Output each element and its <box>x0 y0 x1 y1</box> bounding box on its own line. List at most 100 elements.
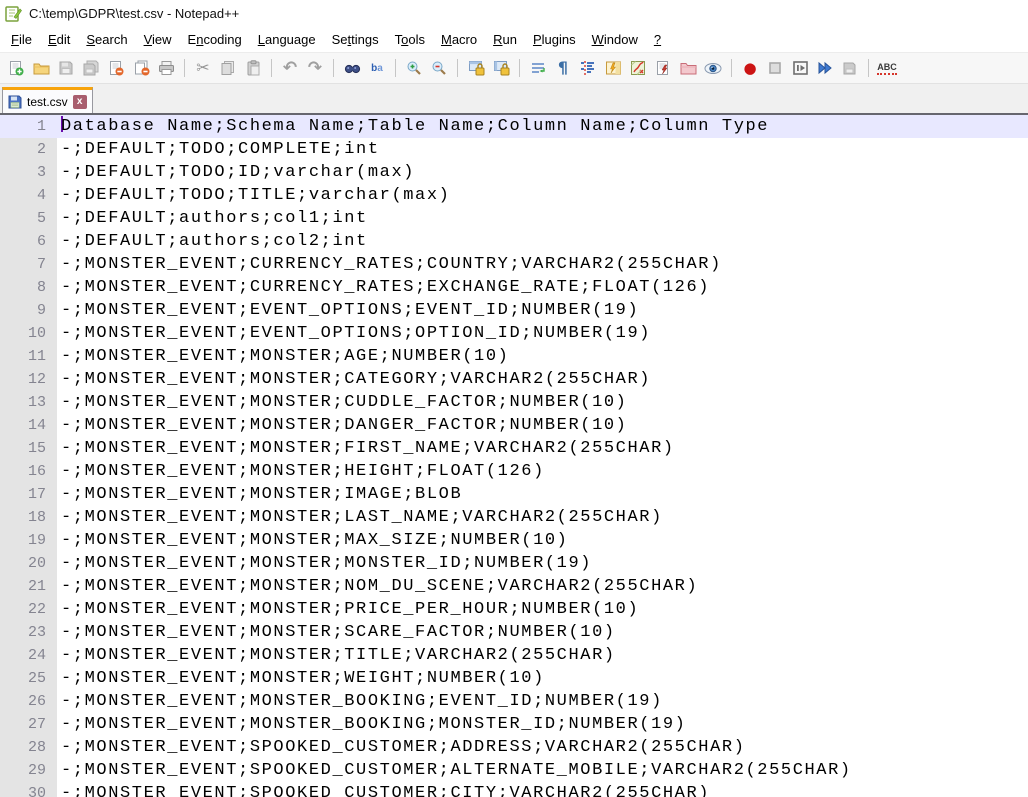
code-line[interactable]: -;MONSTER_EVENT;MONSTER;DANGER_FACTOR;NU… <box>57 414 1028 437</box>
code-line[interactable]: -;MONSTER_EVENT;MONSTER;SCARE_FACTOR;NUM… <box>57 621 1028 644</box>
macro-stop-button[interactable] <box>763 56 787 80</box>
find-button[interactable] <box>340 56 364 80</box>
menu-item-tools[interactable]: Tools <box>387 28 433 51</box>
new-file-button[interactable] <box>4 56 28 80</box>
code-line[interactable]: Database Name;Schema Name;Table Name;Col… <box>57 115 1028 138</box>
function-list-icon <box>655 60 671 76</box>
save-all-button[interactable] <box>79 56 103 80</box>
sync-horizontal-scroll-icon <box>493 60 510 76</box>
toolbar-separator <box>868 59 869 77</box>
monitoring-eye-button[interactable] <box>701 56 725 80</box>
redo-button[interactable]: ↷ <box>303 56 327 80</box>
replace-button[interactable]: ba <box>365 56 389 80</box>
monitoring-eye-icon <box>704 61 722 76</box>
code-line[interactable]: -;MONSTER_EVENT;MONSTER;AGE;NUMBER(10) <box>57 345 1028 368</box>
menu-item-file[interactable]: File <box>3 28 40 51</box>
copy-button[interactable] <box>216 56 240 80</box>
code-line[interactable]: -;MONSTER_EVENT;EVENT_OPTIONS;OPTION_ID;… <box>57 322 1028 345</box>
menu-item-encoding[interactable]: Encoding <box>180 28 250 51</box>
save-button[interactable] <box>54 56 78 80</box>
menu-item-edit[interactable]: Edit <box>40 28 78 51</box>
tab-test-csv[interactable]: test.csv x <box>2 87 93 113</box>
close-all-button[interactable] <box>129 56 153 80</box>
line-number: 22 <box>0 598 57 621</box>
word-wrap-button[interactable] <box>526 56 550 80</box>
cut-button[interactable]: ✂ <box>191 56 215 80</box>
line-number: 28 <box>0 736 57 759</box>
macro-save-icon <box>842 60 858 76</box>
code-line[interactable]: -;DEFAULT;TODO;COMPLETE;int <box>57 138 1028 161</box>
code-line[interactable]: -;MONSTER_EVENT;MONSTER;CATEGORY;VARCHAR… <box>57 368 1028 391</box>
menu-item-view[interactable]: View <box>136 28 180 51</box>
tab-close-icon[interactable]: x <box>73 95 87 109</box>
code-area[interactable]: Database Name;Schema Name;Table Name;Col… <box>57 115 1028 797</box>
code-line[interactable]: -;MONSTER_EVENT;MONSTER_BOOKING;MONSTER_… <box>57 713 1028 736</box>
code-line[interactable]: -;MONSTER_EVENT;CURRENCY_RATES;COUNTRY;V… <box>57 253 1028 276</box>
save-icon <box>58 60 74 76</box>
code-line[interactable]: -;MONSTER_EVENT;MONSTER;LAST_NAME;VARCHA… <box>57 506 1028 529</box>
menu-item-macro[interactable]: Macro <box>433 28 485 51</box>
indent-guide-icon <box>580 60 596 76</box>
open-folder-button[interactable] <box>29 56 53 80</box>
saved-file-icon <box>8 95 22 109</box>
document-map-button[interactable] <box>601 56 625 80</box>
sync-horizontal-scroll-button[interactable] <box>489 56 513 80</box>
folder-as-workspace-button[interactable] <box>676 56 700 80</box>
code-line[interactable]: -;MONSTER_EVENT;MONSTER;CUDDLE_FACTOR;NU… <box>57 391 1028 414</box>
zoom-out-icon <box>431 60 447 76</box>
menu-item-search[interactable]: Search <box>78 28 135 51</box>
text-caret <box>61 116 63 132</box>
macro-play-button[interactable] <box>788 56 812 80</box>
code-line[interactable]: -;MONSTER_EVENT;MONSTER;WEIGHT;NUMBER(10… <box>57 667 1028 690</box>
save-all-icon <box>83 60 100 76</box>
code-line[interactable]: -;MONSTER_EVENT;MONSTER;NOM_DU_SCENE;VAR… <box>57 575 1028 598</box>
line-number: 18 <box>0 506 57 529</box>
code-line[interactable]: -;MONSTER_EVENT;MONSTER;PRICE_PER_HOUR;N… <box>57 598 1028 621</box>
line-number: 2 <box>0 138 57 161</box>
code-line[interactable]: -;MONSTER_EVENT;MONSTER;MONSTER_ID;NUMBE… <box>57 552 1028 575</box>
code-line[interactable]: -;MONSTER_EVENT;SPOOKED_CUSTOMER;ALTERNA… <box>57 759 1028 782</box>
code-line[interactable]: -;MONSTER_EVENT;MONSTER_BOOKING;EVENT_ID… <box>57 690 1028 713</box>
code-line[interactable]: -;DEFAULT;authors;col2;int <box>57 230 1028 253</box>
close-file-button[interactable] <box>104 56 128 80</box>
file-browser-button[interactable] <box>626 56 650 80</box>
paste-button[interactable] <box>241 56 265 80</box>
indent-guide-button[interactable] <box>576 56 600 80</box>
line-number: 1 <box>0 115 57 138</box>
menu-item-run[interactable]: Run <box>485 28 525 51</box>
menu-item-language[interactable]: Language <box>250 28 324 51</box>
code-line[interactable]: -;MONSTER_EVENT;MONSTER;HEIGHT;FLOAT(126… <box>57 460 1028 483</box>
code-line[interactable]: -;DEFAULT;TODO;TITLE;varchar(max) <box>57 184 1028 207</box>
code-line[interactable]: -;MONSTER_EVENT;MONSTER;IMAGE;BLOB <box>57 483 1028 506</box>
code-line[interactable]: -;MONSTER_EVENT;SPOOKED_CUSTOMER;CITY;VA… <box>57 782 1028 797</box>
code-line[interactable]: -;MONSTER_EVENT;MONSTER;MAX_SIZE;NUMBER(… <box>57 529 1028 552</box>
menu-item-settings[interactable]: Settings <box>324 28 387 51</box>
menu-item-plugins[interactable]: Plugins <box>525 28 584 51</box>
menu-item-window[interactable]: Window <box>584 28 646 51</box>
macro-save-button[interactable] <box>838 56 862 80</box>
editor[interactable]: 1234567891011121314151617181920212223242… <box>0 115 1028 797</box>
print-button[interactable] <box>154 56 178 80</box>
undo-button[interactable]: ↶ <box>278 56 302 80</box>
menu-item-help[interactable]: ? <box>646 28 669 51</box>
line-number: 30 <box>0 782 57 797</box>
code-line[interactable]: -;MONSTER_EVENT;EVENT_OPTIONS;EVENT_ID;N… <box>57 299 1028 322</box>
sync-vertical-scroll-button[interactable] <box>464 56 488 80</box>
line-number: 13 <box>0 391 57 414</box>
spellcheck-abc-button[interactable]: ABC <box>875 56 899 80</box>
code-line[interactable]: -;MONSTER_EVENT;SPOOKED_CUSTOMER;ADDRESS… <box>57 736 1028 759</box>
code-line[interactable]: -;DEFAULT;authors;col1;int <box>57 207 1028 230</box>
folder-as-workspace-icon <box>680 60 697 76</box>
code-line[interactable]: -;DEFAULT;TODO;ID;varchar(max) <box>57 161 1028 184</box>
copy-icon <box>220 60 236 76</box>
macro-run-multiple-button[interactable] <box>813 56 837 80</box>
function-list-button[interactable] <box>651 56 675 80</box>
code-line[interactable]: -;MONSTER_EVENT;CURRENCY_RATES;EXCHANGE_… <box>57 276 1028 299</box>
macro-record-button[interactable]: ● <box>738 56 762 80</box>
code-line[interactable]: -;MONSTER_EVENT;MONSTER;FIRST_NAME;VARCH… <box>57 437 1028 460</box>
zoom-in-button[interactable] <box>402 56 426 80</box>
line-number: 21 <box>0 575 57 598</box>
zoom-out-button[interactable] <box>427 56 451 80</box>
show-all-characters-button[interactable]: ¶ <box>551 56 575 80</box>
code-line[interactable]: -;MONSTER_EVENT;MONSTER;TITLE;VARCHAR2(2… <box>57 644 1028 667</box>
